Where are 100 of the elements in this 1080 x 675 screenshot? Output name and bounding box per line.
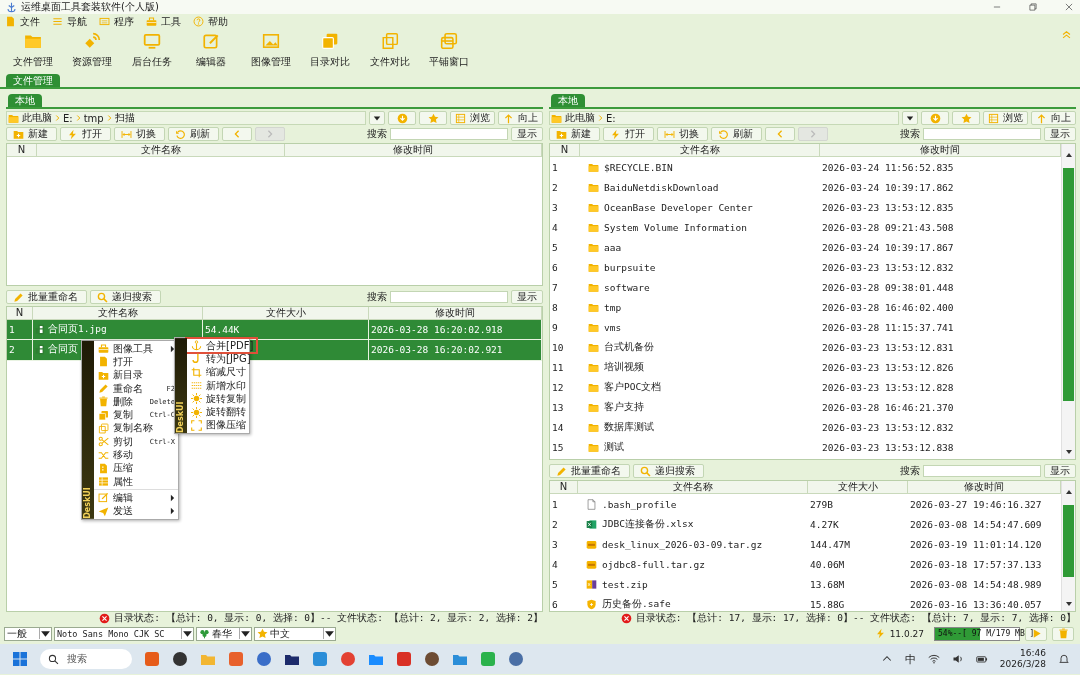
toolbar-button[interactable]: 刷新 [711, 127, 762, 141]
start-icon[interactable] [12, 651, 28, 667]
toolbar-button[interactable]: 递归搜索 [633, 464, 704, 478]
tab[interactable]: 本地 [551, 94, 585, 107]
table-row[interactable]: 14 数据库测试 2026-03-23 13:53:12.832 [550, 417, 1061, 437]
toolbar-button[interactable]: 文件管理 [3, 31, 63, 69]
toolbar-button[interactable]: 编辑器 [181, 31, 241, 69]
toolbar-button[interactable]: 打开 [60, 127, 111, 141]
scrollbar-thumb[interactable] [1063, 505, 1074, 577]
menu-item[interactable]: 新增水印 [187, 378, 257, 393]
tab[interactable]: 文件管理 [6, 74, 60, 87]
toolbar-button[interactable]: 新建 [6, 127, 57, 141]
dropdown-button[interactable] [902, 111, 918, 125]
column-header[interactable]: 修改时间 [285, 144, 542, 156]
dropdown[interactable]: 一般 [4, 626, 52, 641]
column-header[interactable]: N [550, 144, 580, 156]
breadcrumb-item[interactable]: E: [61, 112, 75, 124]
table-row[interactable]: 5 aaa 2026-03-24 10:39:17.867 [550, 237, 1061, 257]
breadcrumb-item[interactable]: 扫描 [112, 111, 137, 125]
menu-item[interactable]: 工具 [143, 14, 184, 29]
toolbar-button[interactable]: 浏览 [983, 111, 1028, 125]
table-row[interactable]: 4 System Volume Information 2026-03-28 09:21:43.508 [550, 217, 1061, 237]
toolbar-button[interactable]: 图像管理 [241, 31, 301, 69]
toolbar-button[interactable]: 切换 [657, 127, 708, 141]
table-row[interactable]: 1 $RECYCLE.BIN 2026-03-24 11:56:52.835 [550, 157, 1061, 177]
table-row[interactable]: 2 BaiduNetdiskDownload 2026-03-24 10:39:17.862 [550, 177, 1061, 197]
table-row[interactable]: 10 台式机备份 2026-03-23 13:53:12.831 [550, 337, 1061, 357]
toolbar-button[interactable]: 资源管理 [62, 31, 122, 69]
table-row[interactable]: 5 test.zip 13.68M 2026-03-08 14:54:48.989 [550, 574, 1061, 594]
toolbar-button[interactable]: 目录对比 [300, 31, 360, 69]
column-header[interactable]: 修改时间 [369, 307, 542, 319]
table-row[interactable]: 6 burpsuite 2026-03-23 13:53:12.832 [550, 257, 1061, 277]
table-row[interactable]: 12 客户POC文档 2026-03-23 13:53:12.828 [550, 377, 1061, 397]
table-row[interactable]: 3 desk_linux_2026-03-09.tar.gz 144.47M 2026-03-19 11:01:14.120 [550, 534, 1061, 554]
toolbar-button[interactable]: 后台任务 [122, 31, 182, 69]
app-icon[interactable] [424, 651, 440, 667]
table-row[interactable]: 6 历史备份.safe 15.88G 2026-03-16 13:36:40.057 [550, 594, 1061, 611]
toolbar-button[interactable]: 平铺窗口 [419, 31, 479, 69]
toolbar-button[interactable]: 向上 [498, 111, 543, 125]
app-icon[interactable] [172, 651, 188, 667]
column-header[interactable]: N [550, 481, 578, 493]
menu-item[interactable]: 属性 [94, 474, 178, 489]
table-row[interactable]: 8 tmp 2026-03-28 16:46:02.400 [550, 297, 1061, 317]
scrollbar[interactable] [1061, 481, 1075, 611]
menu-item[interactable]: 发送 [94, 504, 178, 518]
toolbar-button[interactable]: 切换 [114, 127, 165, 141]
table-row[interactable]: 11 培训视频 2026-03-23 13:53:12.826 [550, 357, 1061, 377]
menu-item[interactable]: 图像压缩 [187, 418, 257, 433]
column-header[interactable]: N [7, 307, 33, 319]
search-field[interactable] [390, 291, 508, 303]
menu-item[interactable]: 旋转翻转 [187, 405, 257, 419]
menu-item[interactable]: 新目录 [94, 368, 178, 382]
dropdown[interactable]: 中文 [254, 626, 336, 641]
menu-item[interactable]: 旋转复制 [187, 392, 257, 406]
show-button[interactable]: 显示 [1044, 464, 1076, 478]
search-field[interactable]: 搜索 [40, 649, 132, 669]
tab[interactable]: 本地 [8, 94, 42, 107]
menu-item[interactable]: 移动 [94, 448, 178, 462]
clock[interactable]: 16:46 2026/3/28 [999, 648, 1046, 670]
toolbar-button[interactable]: 新建 [549, 127, 600, 141]
table-row[interactable]: 15 测试 2026-03-23 13:53:12.838 [550, 437, 1061, 457]
menu-item[interactable]: 编辑 [94, 491, 178, 505]
menu-item[interactable]: 图像工具 [94, 342, 178, 356]
breadcrumb-item[interactable]: 此电脑 [563, 111, 597, 125]
path-bar[interactable]: 此电脑 E: [549, 111, 899, 125]
search-field[interactable] [923, 465, 1041, 477]
menu-item[interactable]: 文件 [2, 14, 43, 29]
column-header[interactable]: 文件大小 [808, 481, 908, 493]
toolbar-button[interactable]: 文件对比 [360, 31, 420, 69]
wifi-icon[interactable] [927, 653, 940, 665]
restore-icon[interactable] [1028, 2, 1038, 12]
input-method-indicator[interactable]: 中 [904, 651, 916, 667]
menu-item[interactable]: 程序 [96, 14, 137, 29]
table-row[interactable]: 4 ojdbc8-full.tar.gz 40.06M 2026-03-18 17:57:37.133 [550, 554, 1061, 574]
volume-icon[interactable] [951, 653, 964, 665]
trash-button[interactable] [1052, 626, 1074, 641]
breadcrumb-item[interactable]: E: [604, 112, 618, 124]
column-header[interactable]: 文件名称 [37, 144, 285, 156]
search-field[interactable] [390, 128, 508, 140]
menu-item[interactable]: 导航 [49, 14, 90, 29]
toolbar-button[interactable]: 递归搜索 [90, 290, 161, 304]
menu-item[interactable]: 帮助 [190, 14, 231, 29]
favorite-button[interactable] [419, 111, 447, 125]
menu-item[interactable]: 缩减尺寸 [187, 365, 257, 379]
close-icon[interactable] [1064, 2, 1074, 12]
column-header[interactable]: 文件名称 [578, 481, 808, 493]
column-header[interactable]: 文件名称 [33, 307, 203, 319]
notification-icon[interactable] [1058, 653, 1070, 665]
toolbar-button[interactable]: 刷新 [168, 127, 219, 141]
dropdown[interactable]: Noto Sans Mono CJK SC [54, 626, 194, 641]
table-row[interactable]: 1 .bash_profile 279B 2026-03-27 19:46:16.327 [550, 494, 1061, 514]
column-header[interactable]: N [7, 144, 37, 156]
favorite-button[interactable] [952, 111, 980, 125]
show-button[interactable]: 显示 [511, 127, 543, 141]
breadcrumb-item[interactable]: 此电脑 [20, 111, 54, 125]
breadcrumb-item[interactable]: tmp [81, 112, 106, 124]
table-row[interactable]: 3 OceanBase Developer Center 2026-03-23 13:53:12.835 [550, 197, 1061, 217]
play-button[interactable] [1025, 626, 1047, 641]
column-header[interactable]: 文件名称 [580, 144, 820, 156]
show-button[interactable]: 显示 [511, 290, 543, 304]
